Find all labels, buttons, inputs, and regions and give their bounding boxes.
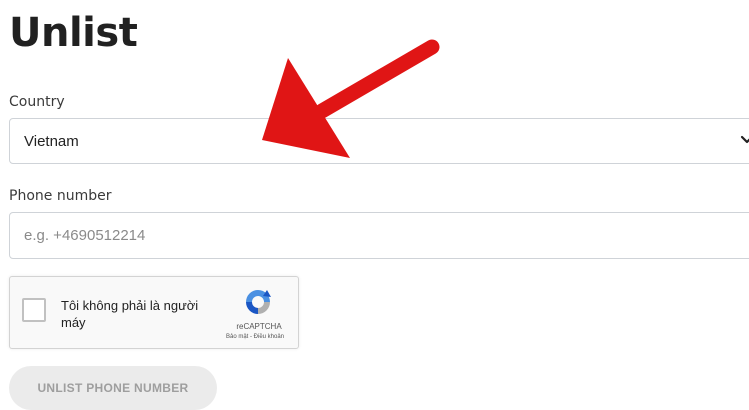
country-select[interactable]: Vietnam bbox=[9, 118, 749, 164]
country-select-value: Vietnam bbox=[24, 133, 79, 150]
phone-label: Phone number bbox=[9, 188, 112, 204]
phone-number-input[interactable] bbox=[9, 212, 749, 259]
country-label: Country bbox=[9, 94, 65, 110]
captcha-terms-link[interactable]: Bảo mật - Điều khoản bbox=[215, 334, 295, 340]
unlist-phone-number-button[interactable]: UNLIST PHONE NUMBER bbox=[9, 366, 217, 410]
captcha-brand: reCAPTCHA bbox=[236, 322, 282, 331]
captcha-checkbox[interactable] bbox=[22, 298, 46, 322]
recaptcha-widget: Tôi không phải là người máy reCAPTCHA Bả… bbox=[9, 276, 299, 349]
page-title: Unlist bbox=[9, 10, 138, 56]
chevron-down-icon bbox=[740, 135, 749, 144]
recaptcha-logo-icon bbox=[246, 290, 271, 314]
captcha-label: Tôi không phải là người máy bbox=[61, 298, 199, 330]
